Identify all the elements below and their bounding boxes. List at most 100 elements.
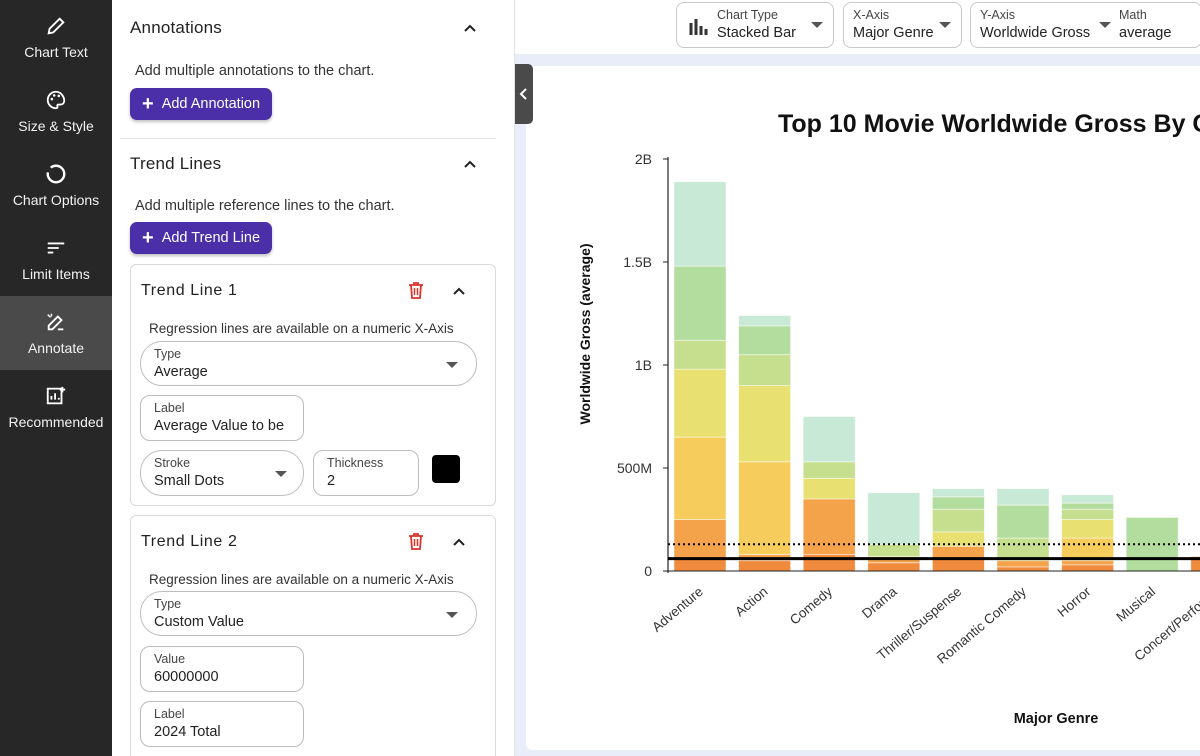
add-annotation-label: Add Annotation: [161, 96, 261, 112]
x-tick-label: Action: [732, 584, 770, 620]
add-trend-line-button[interactable]: + Add Trend Line: [130, 222, 273, 254]
nav-size-style[interactable]: Size & Style: [0, 74, 112, 148]
type-select[interactable]: Type Average: [140, 341, 477, 386]
type-value: Average: [154, 364, 208, 380]
bar-segment: [1061, 519, 1114, 539]
pencil-icon: [47, 16, 65, 35]
label-input[interactable]: Label Average Value to be: [140, 395, 304, 441]
chart-type-value: Stacked Bar: [717, 25, 796, 41]
chart-title: Top 10 Movie Worldwide Gross By Ge: [778, 110, 1200, 138]
type-select[interactable]: Type Custom Value: [140, 591, 477, 636]
label-input[interactable]: Label 2024 Total: [140, 701, 304, 747]
bar-segment: [867, 543, 921, 557]
bar-segment: [931, 545, 985, 560]
annotate-pen-icon: [47, 313, 64, 330]
chart-type-select[interactable]: Chart Type Stacked Bar: [676, 2, 834, 48]
add-annotation-button[interactable]: + Add Annotation: [130, 88, 273, 120]
palette-icon: [46, 90, 66, 109]
bar-segment: [1061, 508, 1114, 520]
x-axis-title: Major Genre: [1014, 711, 1099, 727]
annotations-header[interactable]: Annotations: [130, 18, 478, 38]
x-tick-label: Horror: [1055, 583, 1094, 619]
chevron-up-icon[interactable]: [462, 156, 478, 172]
value-label: Value: [154, 652, 186, 666]
stroke-label: Stroke: [154, 456, 191, 470]
x-axis-label: X-Axis: [853, 8, 890, 22]
annotations-title: Annotations: [130, 18, 222, 37]
chart-type-label: Chart Type: [717, 8, 778, 22]
color-swatch[interactable]: [432, 455, 460, 483]
bar-segment: [673, 339, 727, 370]
caret-down-icon: [275, 471, 287, 477]
trend-lines-header[interactable]: Trend Lines: [130, 154, 478, 174]
bar-segment: [931, 488, 985, 498]
value-value: 60000000: [154, 669, 219, 685]
y-axis-select[interactable]: Y-Axis Worldwide Gross Math average: [970, 2, 1200, 48]
nav-label: Size & Style: [18, 117, 94, 134]
x-axis-select[interactable]: X-Axis Major Genre: [843, 2, 962, 48]
y-tick-label: 500M: [617, 460, 652, 476]
chevron-up-icon[interactable]: [462, 20, 478, 36]
math-label: Math: [1119, 8, 1147, 22]
bar-segment: [996, 537, 1050, 560]
ring-icon: [46, 164, 66, 183]
stacked-bar-chart: Top 10 Movie Worldwide Gross By Ge World…: [577, 110, 1200, 727]
bar-segment: [1061, 564, 1114, 572]
bar-segment: [1061, 494, 1114, 504]
chevron-up-icon[interactable]: [451, 283, 467, 299]
thickness-input[interactable]: Thickness 2: [313, 450, 419, 496]
side-nav: Chart Text Size & Style Chart Options Li…: [0, 0, 112, 756]
bar-segment: [738, 461, 792, 555]
y-axis-label: Y-Axis: [980, 8, 1015, 22]
trash-icon[interactable]: [407, 531, 425, 551]
bar-chart-icon: [689, 19, 708, 35]
nav-chart-options[interactable]: Chart Options: [0, 148, 112, 222]
trash-icon[interactable]: [407, 280, 425, 300]
add-trend-line-label: Add Trend Line: [161, 230, 261, 246]
bar-segment: [738, 354, 792, 387]
bar-segment: [931, 558, 985, 572]
x-tick-label: Drama: [859, 583, 900, 621]
bar-segment: [931, 496, 985, 510]
bar-segment: [996, 488, 1050, 506]
settings-panel: Annotations Add multiple annotations to …: [112, 0, 515, 756]
stroke-select[interactable]: Stroke Small Dots: [140, 450, 304, 496]
nav-annotate[interactable]: Annotate: [0, 296, 112, 370]
bar-segment: [673, 558, 727, 572]
bar-segment: [673, 436, 727, 520]
thickness-value: 2: [327, 473, 336, 489]
bar-segment: [738, 325, 792, 356]
bar-segment: [802, 498, 856, 555]
label-label: Label: [154, 707, 185, 721]
bar-segment: [738, 560, 792, 572]
type-label: Type: [154, 347, 182, 361]
label-value: Average Value to be: [154, 418, 285, 434]
nav-recommended[interactable]: Recommended: [0, 370, 112, 444]
bar-segment: [738, 385, 792, 463]
stroke-value: Small Dots: [154, 473, 225, 489]
bar-segment: [802, 477, 856, 500]
annotations-description: Add multiple annotations to the chart.: [135, 63, 375, 79]
bar-segment: [802, 554, 856, 572]
bar-segment: [802, 461, 856, 479]
thickness-label: Thickness: [327, 456, 384, 470]
caret-down-icon: [811, 22, 823, 28]
bar-segment: [673, 265, 727, 341]
x-tick-label: Comedy: [787, 584, 835, 628]
trend-line-title: Trend Line 1: [141, 282, 238, 299]
bar-segment: [996, 504, 1050, 539]
bar-segment: [802, 416, 856, 463]
chevron-up-icon[interactable]: [451, 534, 467, 550]
bar-segment: [1061, 502, 1114, 510]
label-value: 2024 Total: [154, 724, 221, 740]
nav-limit-items[interactable]: Limit Items: [0, 222, 112, 296]
bar-segment: [867, 492, 921, 545]
plus-icon: +: [142, 93, 154, 115]
bar-segment: [673, 368, 727, 438]
nav-label: Chart Options: [12, 191, 100, 208]
value-input[interactable]: Value 60000000: [140, 646, 304, 692]
trend-lines-description: Add multiple reference lines to the char…: [135, 198, 395, 214]
regression-hint: Regression lines are available on a nume…: [149, 572, 454, 587]
y-tick-label: 0: [644, 563, 652, 579]
nav-chart-text[interactable]: Chart Text: [0, 0, 112, 74]
